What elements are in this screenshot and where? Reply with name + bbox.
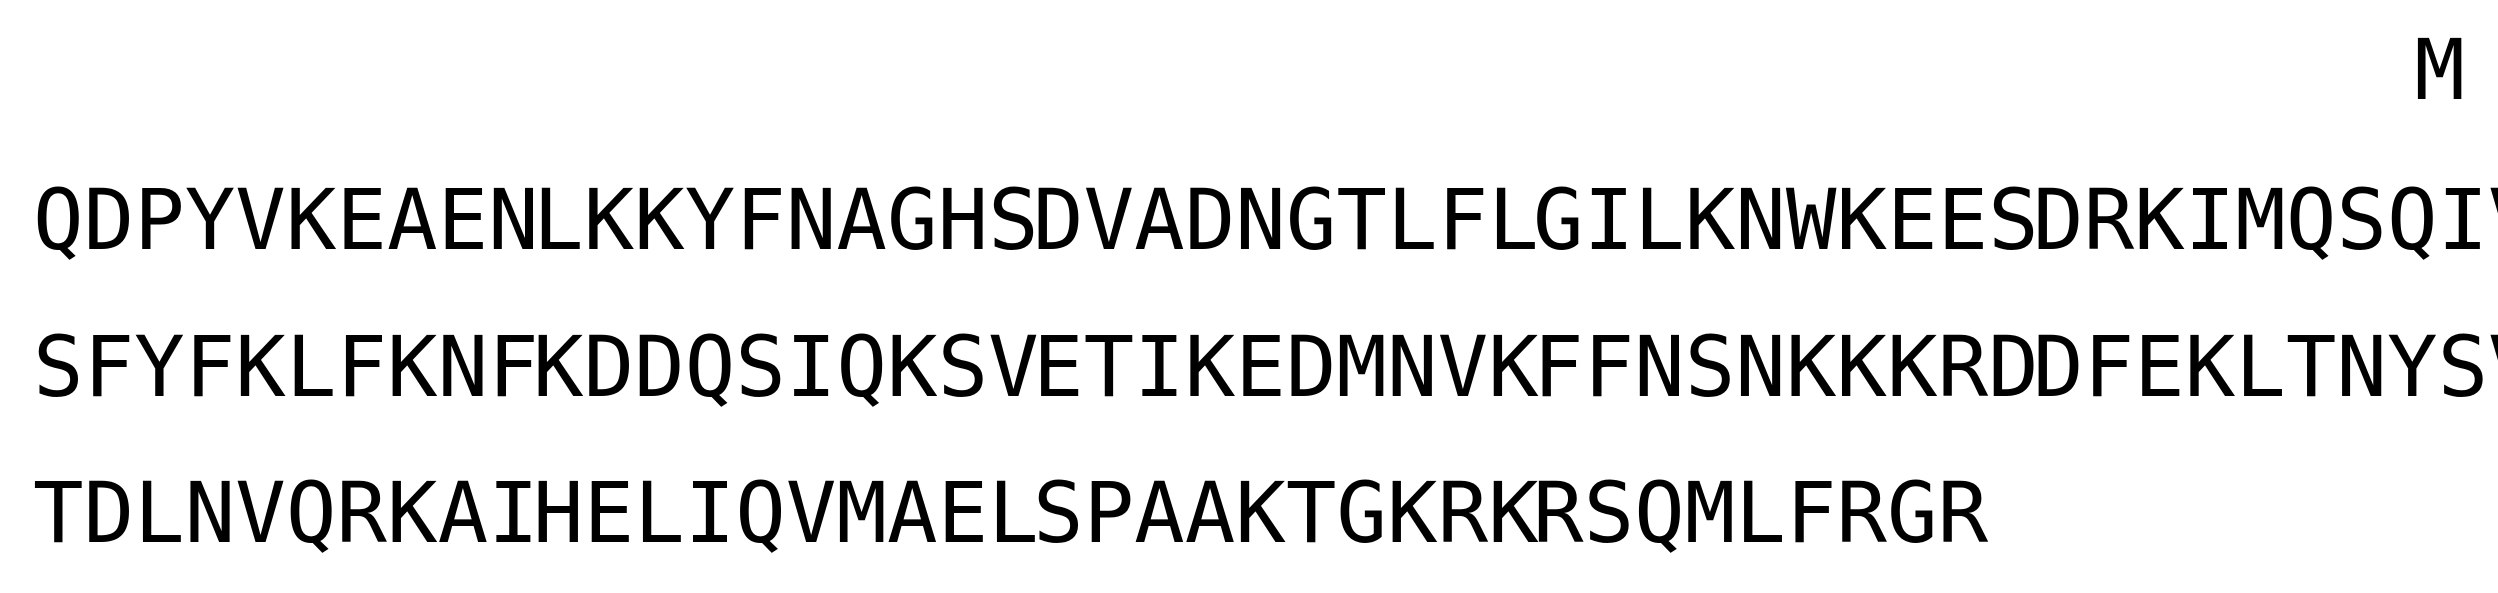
sequence-block: LKKYFNAGHS (533, 171, 1039, 269)
sequence-block: DFEKLTNYSV (2033, 318, 2498, 416)
sequence-row-1: QDPYVKEAEN LKKYFNAGHS DVADNGTLFL GILKNWK… (33, 170, 2498, 270)
sequence-block: TDLNVQRKAI (33, 464, 539, 562)
sequence-block: DRKIMQSQIV (2033, 171, 2498, 269)
sequence-block: RSQMLFRGR (1533, 464, 1989, 562)
sequence-block: KDDQSIQKSV (533, 318, 1039, 416)
sequence-block: DVADNGTLFL (1033, 171, 1539, 269)
sequence-block: HELIQVMAEL (533, 464, 1039, 562)
sequence-row-3: TDLNVQRKAI HELIQVMAEL SPAAKTGKRK RSQMLFR… (33, 463, 2033, 563)
sequence-row-2: SFYFKLFKNF KDDQSIQKSV ETIKEDMNVK FFNSNKK… (33, 317, 2498, 417)
sequence-first-line: M (2414, 21, 2465, 119)
sequence-block: ETIKEDMNVK (1033, 318, 1539, 416)
sequence-block: FFNSNKKKRD (1533, 318, 2039, 416)
protein-sequence: M QDPYVKEAEN LKKYFNAGHS DVADNGTLFL GILKN… (0, 0, 2498, 593)
sequence-block: QDPYVKEAEN (33, 171, 539, 269)
sequence-block: GILKNWKEES (1533, 171, 2039, 269)
sequence-block: SFYFKLFKNF (33, 318, 539, 416)
sequence-block: SPAAKTGKRK (1033, 464, 1539, 562)
